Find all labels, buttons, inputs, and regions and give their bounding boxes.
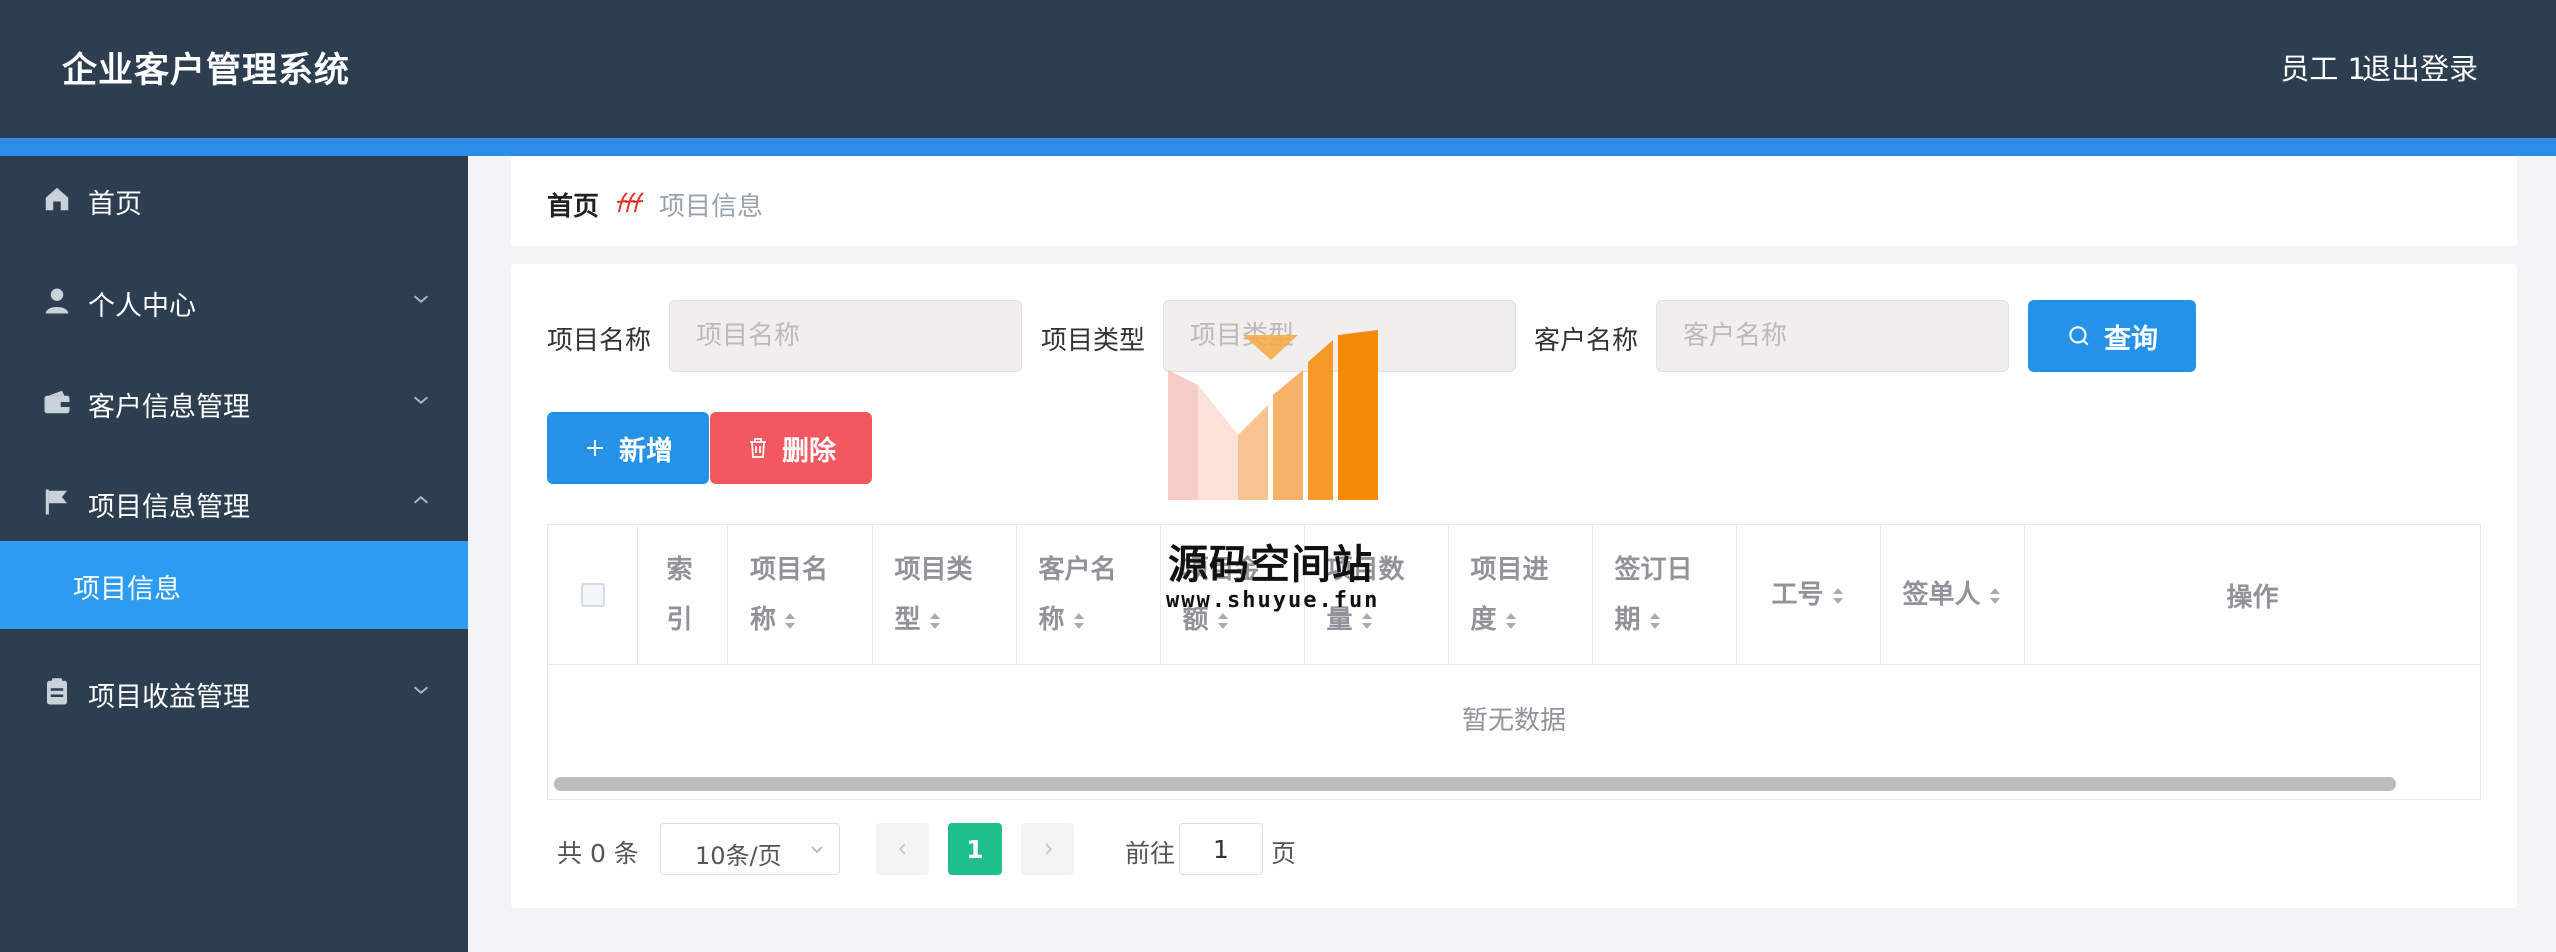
page-size-select[interactable]: 10条/页 bbox=[660, 823, 840, 875]
sidebar-item-label: 项目信息管理 bbox=[88, 492, 250, 523]
page-size-value: 10条/页 bbox=[695, 842, 782, 870]
query-button-label: 查询 bbox=[2104, 323, 2158, 355]
flag-icon bbox=[45, 489, 67, 515]
sidebar-item-label: 首页 bbox=[88, 189, 142, 220]
sidebar-item-home[interactable]: 首页 bbox=[0, 156, 468, 244]
sidebar-item-customer-info[interactable]: 客户信息管理 bbox=[0, 359, 468, 447]
column-header-employee-id[interactable]: 工号 bbox=[1737, 525, 1881, 665]
breadcrumb-current: 项目信息 bbox=[659, 192, 764, 222]
sort-icon[interactable] bbox=[1987, 585, 2003, 607]
data-table: 索引 项目名称 项目类型 客户名称 项目金额 项目数量 项目进度 签订日期 工号… bbox=[547, 524, 2481, 800]
watermark-logo bbox=[1168, 330, 1378, 500]
chevron-down-icon bbox=[413, 396, 429, 404]
chevron-down-icon bbox=[413, 295, 429, 303]
breadcrumb: 首页 项目信息 bbox=[511, 156, 2517, 246]
watermark-text: 源码空间站 bbox=[1168, 542, 1373, 588]
sidebar-subitem-project-info[interactable]: 项目信息 bbox=[0, 541, 468, 629]
sort-icon[interactable] bbox=[1503, 610, 1519, 632]
project-name-label: 项目名称 bbox=[547, 326, 652, 356]
sidebar-item-label: 客户信息管理 bbox=[88, 392, 250, 423]
header-accent-bar bbox=[0, 138, 2556, 156]
horizontal-scrollbar[interactable] bbox=[554, 777, 2396, 791]
sidebar-item-label: 项目收益管理 bbox=[88, 682, 250, 713]
column-header-label: 索引 bbox=[666, 555, 693, 635]
column-header-signer[interactable]: 签单人 bbox=[1881, 525, 2025, 665]
sidebar-item-label: 个人中心 bbox=[88, 291, 196, 322]
plus-icon bbox=[587, 440, 603, 456]
chevron-down-icon bbox=[811, 846, 823, 854]
chevron-right-icon bbox=[1044, 843, 1052, 855]
customer-name-input[interactable] bbox=[1656, 300, 2009, 372]
goto-page-input[interactable] bbox=[1179, 823, 1263, 875]
column-header-customer-name[interactable]: 客户名称 bbox=[1017, 525, 1161, 665]
app-title: 企业客户管理系统 bbox=[62, 51, 351, 91]
sidebar-item-project-revenue[interactable]: 项目收益管理 bbox=[0, 649, 468, 737]
column-header-project-type[interactable]: 项目类型 bbox=[873, 525, 1017, 665]
project-type-label: 项目类型 bbox=[1041, 326, 1146, 356]
column-header-label: 工号 bbox=[1771, 580, 1824, 610]
table-empty-text: 暂无数据 bbox=[1461, 705, 1566, 736]
project-name-input[interactable] bbox=[669, 300, 1022, 372]
sidebar-item-personal-center[interactable]: 个人中心 bbox=[0, 258, 468, 346]
sort-icon[interactable] bbox=[782, 610, 798, 632]
sort-icon[interactable] bbox=[1647, 610, 1663, 632]
prev-page-button[interactable] bbox=[876, 823, 929, 875]
column-header-sign-date[interactable]: 签订日期 bbox=[1593, 525, 1737, 665]
customer-name-label: 客户名称 bbox=[1534, 326, 1639, 356]
add-button-label: 新增 bbox=[619, 435, 673, 467]
sort-icon[interactable] bbox=[1071, 610, 1087, 632]
select-all-checkbox[interactable] bbox=[580, 583, 605, 607]
column-header-label: 签单人 bbox=[1902, 580, 1981, 610]
main-content: 项目名称 项目类型 客户名称 查询 新增 删除 索引 项目名称 项目类型 bbox=[511, 264, 2517, 908]
goto-suffix: 页 bbox=[1271, 839, 1297, 868]
column-header-actions: 操作 bbox=[2025, 525, 2480, 665]
select-all-cell bbox=[548, 525, 638, 665]
chevron-down-icon bbox=[413, 686, 429, 694]
watermark-url: www.shuyue.fun bbox=[1166, 588, 1380, 613]
sort-icon[interactable] bbox=[927, 610, 943, 632]
search-icon bbox=[2069, 326, 2089, 346]
current-user[interactable]: 员工 1 bbox=[2280, 46, 2366, 88]
clipboard-icon bbox=[47, 678, 67, 705]
delete-button[interactable]: 删除 bbox=[710, 412, 872, 484]
breadcrumb-separator-icon bbox=[616, 192, 644, 213]
column-header-project-progress[interactable]: 项目进度 bbox=[1449, 525, 1593, 665]
query-button[interactable]: 查询 bbox=[2028, 300, 2196, 372]
column-header-project-name[interactable]: 项目名称 bbox=[728, 525, 873, 665]
sidebar: 首页 个人中心 客户信息管理 项目信息管理 项目信息 项目收益管理 bbox=[0, 156, 468, 952]
sidebar-subitem-label: 项目信息 bbox=[73, 574, 181, 605]
wallet-icon bbox=[44, 390, 70, 414]
logout-link[interactable]: 退出登录 bbox=[2362, 46, 2478, 88]
chevron-left-icon bbox=[898, 843, 906, 855]
table-header: 索引 项目名称 项目类型 客户名称 项目金额 项目数量 项目进度 签订日期 工号… bbox=[548, 525, 2480, 665]
goto-label: 前往 bbox=[1125, 839, 1176, 868]
breadcrumb-home[interactable]: 首页 bbox=[547, 186, 599, 223]
next-page-button[interactable] bbox=[1021, 823, 1074, 875]
top-header: 企业客户管理系统 员工 1 退出登录 bbox=[0, 0, 2556, 138]
home-icon bbox=[45, 187, 69, 211]
add-button[interactable]: 新增 bbox=[547, 412, 709, 484]
pagination-total: 共 0 条 bbox=[557, 839, 639, 868]
chevron-up-icon bbox=[413, 496, 429, 504]
trash-icon bbox=[750, 438, 766, 458]
user-icon bbox=[45, 288, 69, 314]
column-header-index[interactable]: 索引 bbox=[638, 525, 728, 665]
delete-button-label: 删除 bbox=[782, 435, 836, 467]
page-number-button[interactable]: 1 bbox=[948, 823, 1002, 875]
column-header-label: 操作 bbox=[2226, 582, 2279, 613]
sidebar-item-project-info[interactable]: 项目信息管理 bbox=[0, 459, 468, 547]
sort-icon[interactable] bbox=[1830, 585, 1846, 607]
